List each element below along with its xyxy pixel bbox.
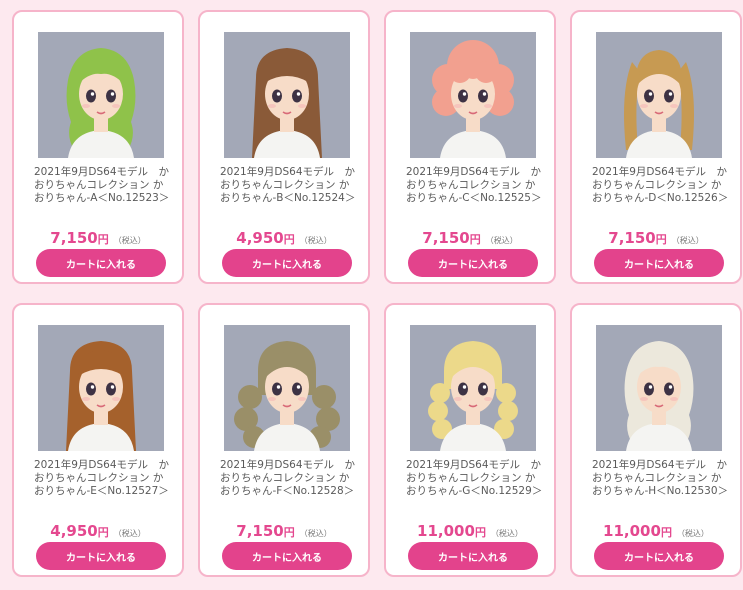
tax-note: （税込） [671,236,704,245]
product-card: 2021年9月DS64モデル かおりちゃんコレクション かおりちゃん-D＜No.… [570,10,742,284]
product-card: 2021年9月DS64モデル かおりちゃんコレクション かおりちゃん-C＜No.… [384,10,556,284]
product-title[interactable]: 2021年9月DS64モデル かおりちゃんコレクション かおりちゃん-B＜No.… [220,166,358,205]
add-to-cart-button[interactable]: カートに入れる [408,542,538,570]
add-to-cart-button[interactable]: カートに入れる [594,542,724,570]
tax-note: （税込） [113,529,146,538]
price-amount: 7,150 [50,229,98,247]
product-title[interactable]: 2021年9月DS64モデル かおりちゃんコレクション かおりちゃん-D＜No.… [592,166,730,205]
product-title[interactable]: 2021年9月DS64モデル かおりちゃんコレクション かおりちゃん-E＜No.… [34,459,172,498]
price-amount: 4,950 [236,229,284,247]
add-to-cart-button[interactable]: カートに入れる [594,249,724,277]
price-amount: 4,950 [50,522,98,540]
price-currency: 円 [474,526,486,539]
product-price: 11,000円 （税込） [386,521,554,540]
product-price: 7,150円 （税込） [200,521,368,540]
product-title[interactable]: 2021年9月DS64モデル かおりちゃんコレクション かおりちゃん-G＜No.… [406,459,544,498]
product-photo[interactable] [38,325,164,451]
product-photo[interactable] [596,325,722,451]
tax-note: （税込） [113,236,146,245]
product-price: 7,150円 （税込） [386,228,554,247]
product-photo[interactable] [410,325,536,451]
price-currency: 円 [97,526,109,539]
product-card: 2021年9月DS64モデル かおりちゃんコレクション かおりちゃん-A＜No.… [12,10,184,284]
product-price: 4,950円 （税込） [14,521,182,540]
product-price: 11,000円 （税込） [572,521,740,540]
add-to-cart-button[interactable]: カートに入れる [222,249,352,277]
product-photo[interactable] [410,32,536,158]
price-currency: 円 [97,233,109,246]
tax-note: （税込） [490,529,523,538]
price-amount: 7,150 [236,522,284,540]
product-title[interactable]: 2021年9月DS64モデル かおりちゃんコレクション かおりちゃん-H＜No.… [592,459,730,498]
product-photo[interactable] [224,325,350,451]
add-to-cart-button[interactable]: カートに入れる [222,542,352,570]
product-price: 4,950円 （税込） [200,228,368,247]
tax-note: （税込） [485,236,518,245]
product-title[interactable]: 2021年9月DS64モデル かおりちゃんコレクション かおりちゃん-F＜No.… [220,459,358,498]
price-amount: 7,150 [422,229,470,247]
price-currency: 円 [655,233,667,246]
product-price: 7,150円 （税込） [572,228,740,247]
price-amount: 11,000 [417,522,475,540]
product-card: 2021年9月DS64モデル かおりちゃんコレクション かおりちゃん-E＜No.… [12,303,184,577]
tax-note: （税込） [299,529,332,538]
add-to-cart-button[interactable]: カートに入れる [408,249,538,277]
product-card: 2021年9月DS64モデル かおりちゃんコレクション かおりちゃん-B＜No.… [198,10,370,284]
tax-note: （税込） [299,236,332,245]
product-photo[interactable] [224,32,350,158]
price-currency: 円 [283,526,295,539]
product-price: 7,150円 （税込） [14,228,182,247]
price-currency: 円 [283,233,295,246]
tax-note: （税込） [676,529,709,538]
product-photo[interactable] [38,32,164,158]
product-title[interactable]: 2021年9月DS64モデル かおりちゃんコレクション かおりちゃん-C＜No.… [406,166,544,205]
product-card: 2021年9月DS64モデル かおりちゃんコレクション かおりちゃん-H＜No.… [570,303,742,577]
price-currency: 円 [660,526,672,539]
price-currency: 円 [469,233,481,246]
add-to-cart-button[interactable]: カートに入れる [36,542,166,570]
product-card: 2021年9月DS64モデル かおりちゃんコレクション かおりちゃん-G＜No.… [384,303,556,577]
product-photo[interactable] [596,32,722,158]
price-amount: 7,150 [608,229,656,247]
add-to-cart-button[interactable]: カートに入れる [36,249,166,277]
price-amount: 11,000 [603,522,661,540]
product-title[interactable]: 2021年9月DS64モデル かおりちゃんコレクション かおりちゃん-A＜No.… [34,166,172,205]
product-card: 2021年9月DS64モデル かおりちゃんコレクション かおりちゃん-F＜No.… [198,303,370,577]
